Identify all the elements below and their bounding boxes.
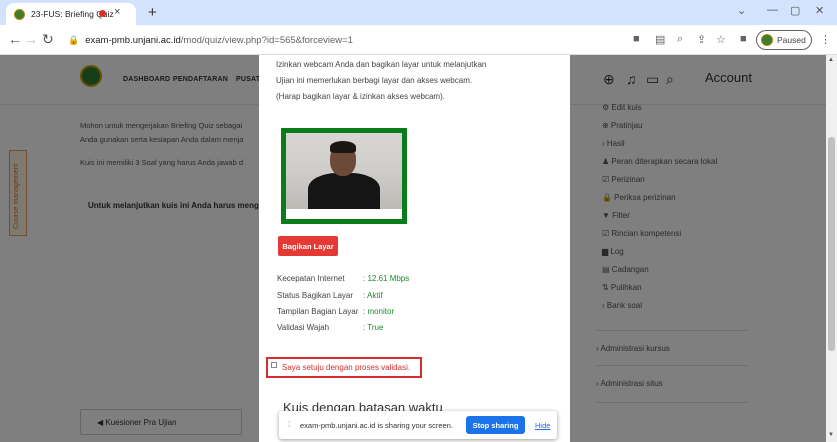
screen-sharing-bar: ⁞ exam-pmb.unjani.ac.id is sharing your …	[279, 411, 557, 439]
stat-internet-speed: Kecepatan Internet : 12.61 Mbps	[277, 274, 409, 283]
recording-icon	[99, 10, 106, 17]
scroll-thumb[interactable]	[828, 137, 835, 351]
hide-link[interactable]: Hide	[535, 421, 550, 430]
url-path: /mod/quiz/view.php?id=565&forceview=1	[180, 34, 353, 46]
profile-button[interactable]: Paused	[756, 30, 812, 50]
person-hair	[330, 141, 356, 153]
stat-share-status: Status Bagikan Layar : Aktif	[277, 291, 383, 300]
consent-label: Saya setuju dengan proses validasi.	[282, 363, 411, 372]
share-icon[interactable]: ⇪	[697, 33, 706, 46]
stat-face-validation: Validasi Wajah : True	[277, 323, 383, 332]
stat-label: Tampilan Bagian Layar	[277, 307, 359, 316]
site-favicon-icon	[14, 8, 25, 20]
stat-display-surface: Tampilan Bagian Layar : monitor	[277, 307, 394, 316]
stat-value: : 12.61 Mbps	[363, 274, 410, 283]
sharing-message: exam-pmb.unjani.ac.id is sharing your sc…	[300, 421, 453, 430]
stat-label: Kecepatan Internet	[277, 274, 345, 283]
webcam-preview	[281, 128, 407, 224]
forward-icon[interactable]: →	[24, 31, 38, 47]
side-panel-icon[interactable]: ■	[740, 33, 747, 45]
webcam-video	[286, 133, 402, 209]
scroll-up-icon[interactable]: ▲	[828, 57, 834, 63]
bookmark-star-icon[interactable]: ☆	[716, 33, 726, 46]
consent-checkbox[interactable]	[271, 361, 277, 368]
url-host: exam-pmb.unjani.ac.id	[85, 34, 181, 46]
intro-line-2: Ujian ini memerlukan berbagi layar dan a…	[276, 76, 473, 85]
reload-icon[interactable]: ↻	[42, 31, 54, 48]
back-icon[interactable]: ←	[8, 31, 22, 47]
tab-close-button[interactable]: ×	[114, 6, 120, 18]
stat-value: : Aktif	[363, 291, 383, 300]
stat-value: : monitor	[363, 307, 395, 316]
proctoring-modal: Izinkan webcam Anda dan bagikan layar un…	[259, 55, 570, 442]
share-screen-button[interactable]: Bagikan Layar	[278, 236, 338, 256]
address-bar-row: ← → ↻ 🔒 exam-pmb.unjani.ac.id/mod/quiz/v…	[0, 25, 837, 55]
new-tab-button[interactable]: +	[148, 4, 157, 21]
url-input[interactable]: 🔒 exam-pmb.unjani.ac.id/mod/quiz/view.ph…	[60, 29, 750, 51]
modal-intro: Izinkan webcam Anda dan bagikan layar un…	[276, 57, 556, 105]
consent-checkbox-row[interactable]: Saya setuju dengan proses validasi.	[266, 357, 422, 378]
translate-icon[interactable]: ▤	[655, 33, 665, 46]
tab-search-icon[interactable]: ⌄	[737, 4, 746, 17]
zoom-icon[interactable]: ⌕	[677, 33, 683, 46]
stat-value: : True	[363, 323, 384, 332]
profile-status: Paused	[777, 35, 806, 45]
scroll-down-icon[interactable]: ▼	[828, 432, 834, 438]
close-window-button[interactable]: ✕	[815, 4, 824, 17]
scrollbar[interactable]: ▲ ▼	[826, 55, 837, 442]
avatar	[761, 34, 773, 46]
camera-icon[interactable]: ■	[633, 33, 640, 45]
intro-line-1: Izinkan webcam Anda dan bagikan layar un…	[276, 60, 487, 69]
stop-sharing-button[interactable]: Stop sharing	[466, 416, 525, 434]
intro-line-3: (Harap bagikan layar & izinkan akses web…	[276, 92, 445, 101]
drag-handle-icon[interactable]: ⁞	[288, 420, 290, 429]
browser-tab[interactable]: 23-FUS: Briefing Quiz ×	[6, 3, 136, 25]
maximize-button[interactable]: ▢	[790, 4, 800, 17]
tab-bar: 23-FUS: Briefing Quiz × + ⌄ — ▢ ✕	[0, 0, 837, 25]
stat-label: Status Bagikan Layar	[277, 291, 354, 300]
minimize-button[interactable]: —	[767, 4, 778, 16]
person-body	[308, 173, 380, 209]
stat-label: Validasi Wajah	[277, 323, 330, 332]
menu-kebab-icon[interactable]: ⋮	[820, 33, 831, 46]
lock-icon: 🔒	[68, 34, 80, 45]
